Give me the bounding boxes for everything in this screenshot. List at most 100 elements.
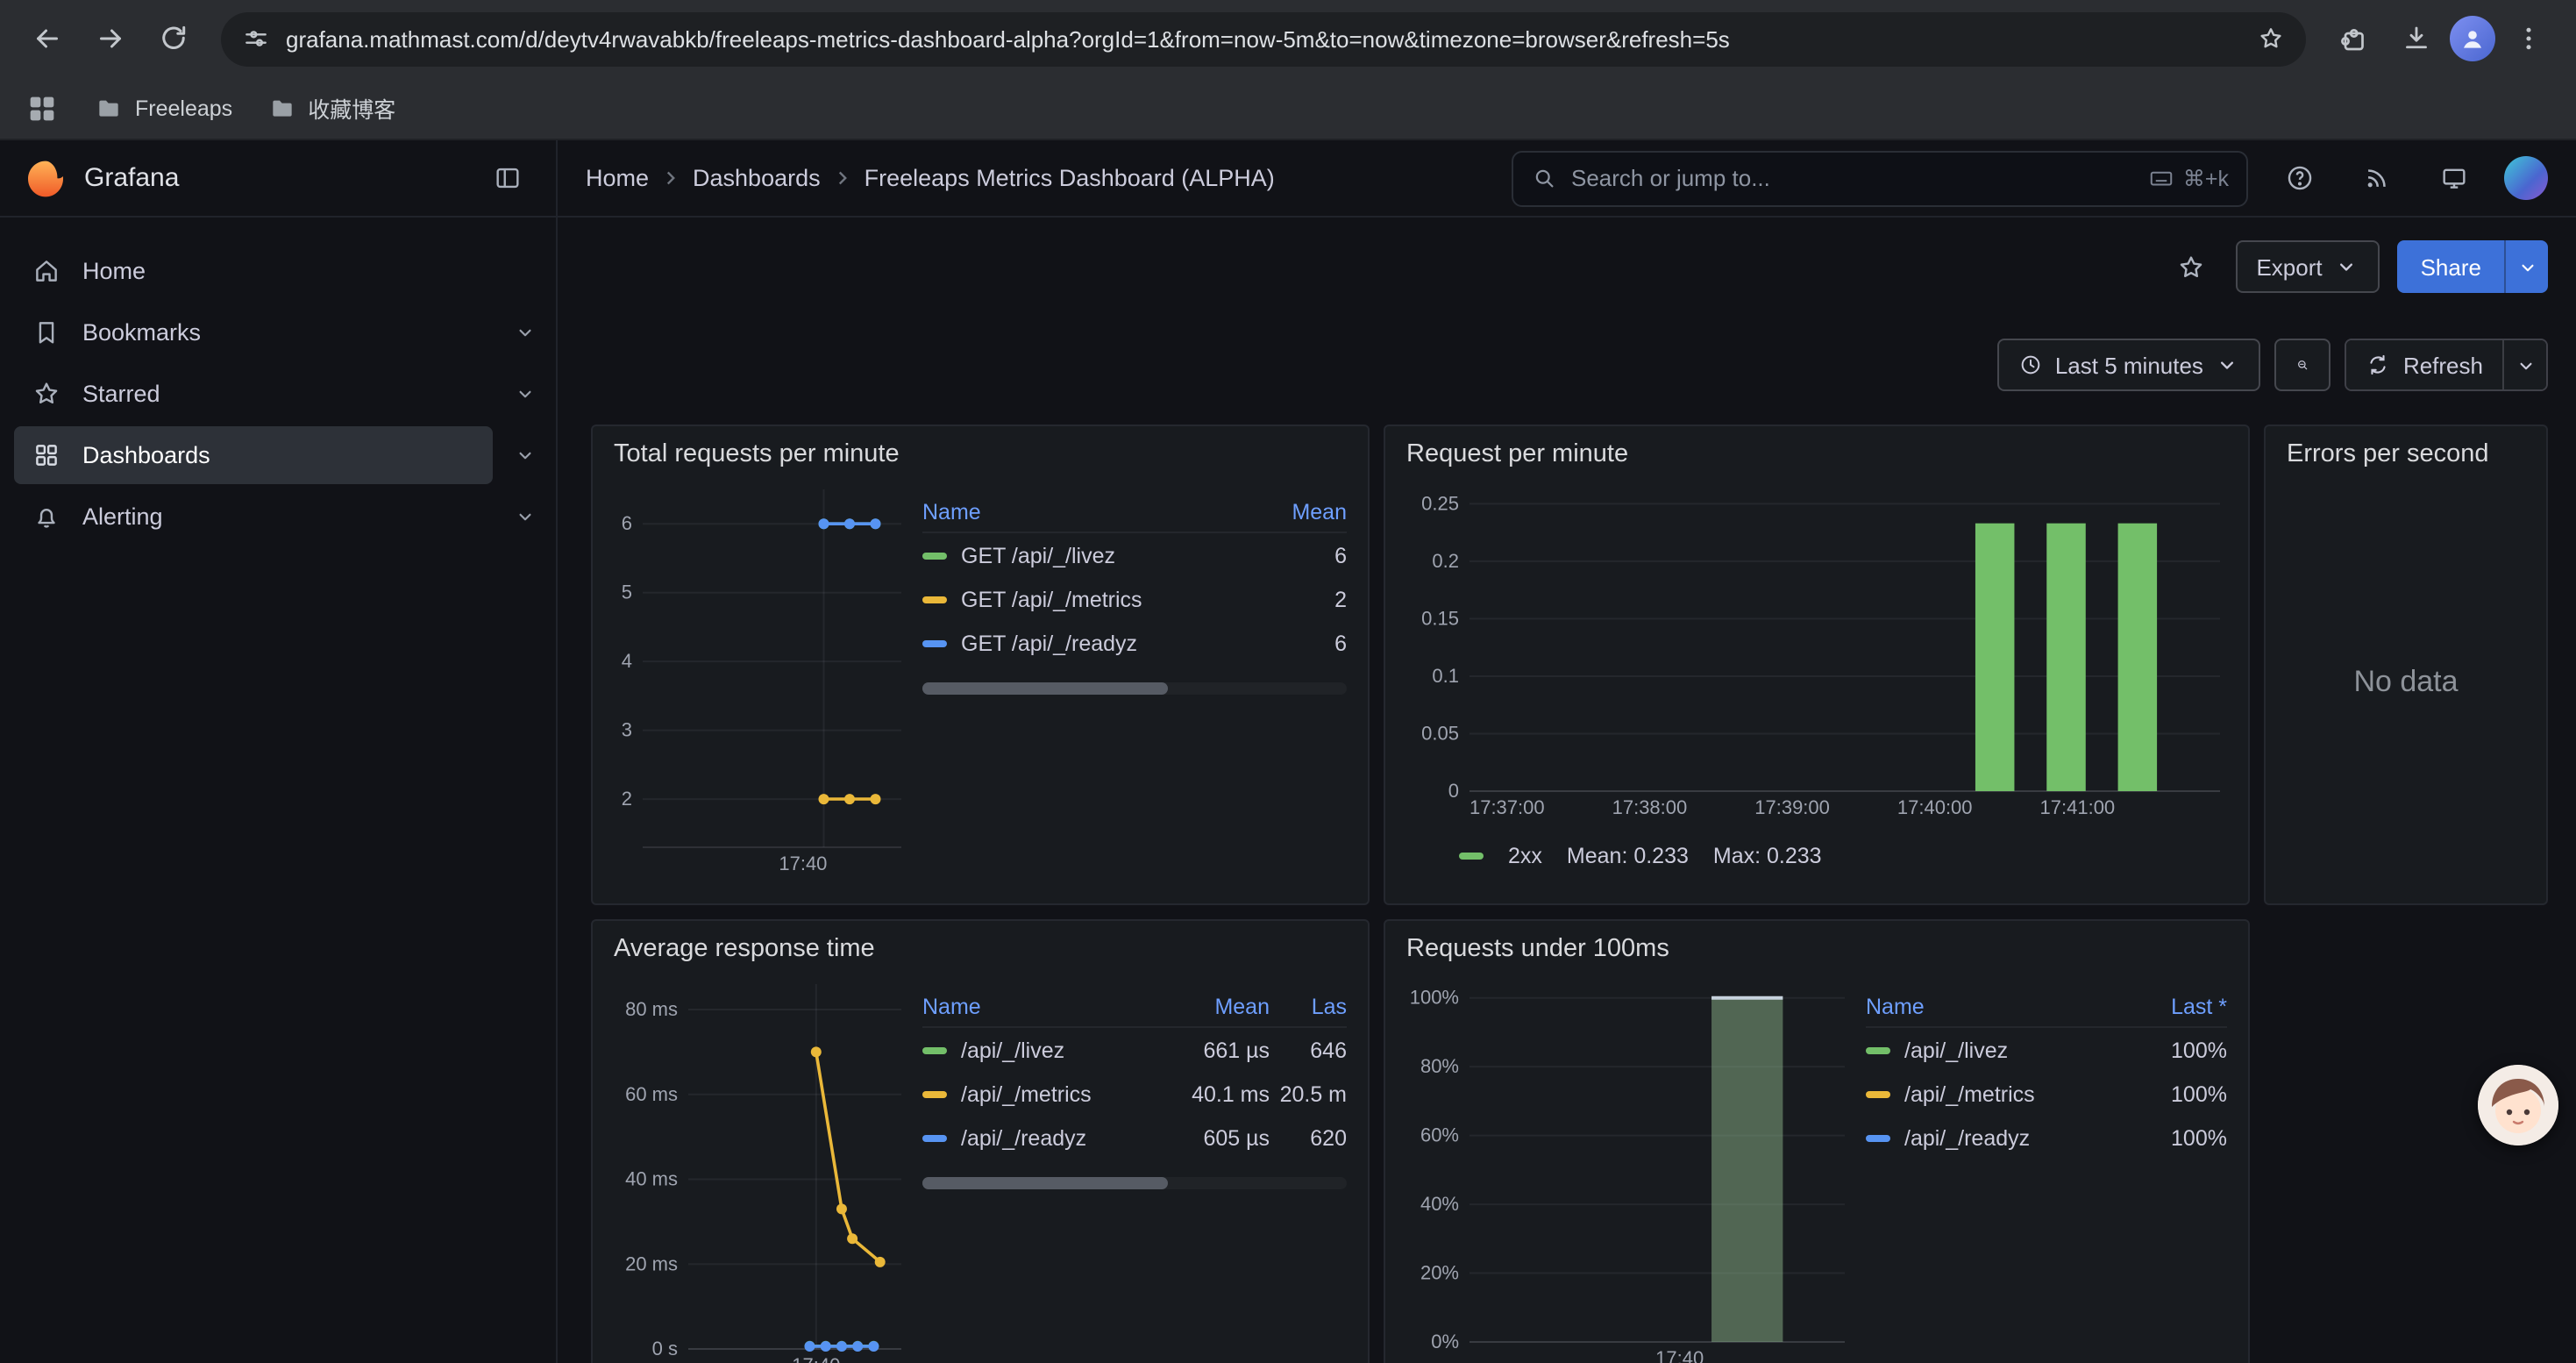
legend-scrollbar[interactable] — [922, 682, 1347, 695]
sidebar-item-bookmarks[interactable]: Bookmarks — [0, 303, 556, 361]
reload-icon[interactable] — [144, 9, 203, 68]
bookmarks-bar: Freeleaps 收藏博客 — [0, 77, 2576, 140]
export-button[interactable]: Export — [2235, 240, 2380, 293]
refresh-interval-chevron[interactable] — [2502, 340, 2546, 389]
apps-grid-icon[interactable] — [25, 90, 60, 125]
panel-title[interactable]: Requests under 100ms — [1406, 935, 2227, 963]
svg-text:17:40: 17:40 — [779, 853, 827, 874]
monitor-icon[interactable] — [2427, 152, 2480, 204]
bookmark-folder-blog[interactable]: 收藏博客 — [267, 91, 395, 125]
legend-table: Name Mean GET /api/_/livez 6 GET /api/_/… — [922, 493, 1347, 879]
svg-text:40 ms: 40 ms — [625, 1168, 678, 1190]
total-requests-chart[interactable]: 6543217:40 — [614, 475, 912, 879]
site-info-icon[interactable] — [242, 25, 270, 53]
panel-title[interactable]: Errors per second — [2287, 440, 2525, 468]
legend-col-name[interactable]: Name — [922, 500, 1266, 525]
legend-col-last[interactable]: Las — [1270, 995, 1347, 1019]
requests-under-100ms-chart[interactable]: 100%80%60%40%20%0%17:40 — [1406, 970, 1855, 1363]
scrollbar-thumb[interactable] — [922, 682, 1169, 695]
legend-row[interactable]: /api/_/livez 661 µs 646 — [922, 1028, 1347, 1072]
svg-text:20%: 20% — [1420, 1262, 1459, 1284]
grafana-logo[interactable] — [25, 157, 67, 199]
legend-col-mean[interactable]: Mean — [1266, 500, 1347, 525]
chevron-down-icon[interactable] — [493, 488, 556, 546]
legend-col-mean[interactable]: Mean — [1168, 995, 1270, 1019]
series-swatch — [922, 552, 947, 559]
legend-row[interactable]: GET /api/_/livez 6 — [922, 533, 1347, 577]
refresh-button[interactable]: Refresh — [2347, 340, 2502, 389]
svg-text:4: 4 — [622, 650, 632, 672]
help-icon[interactable] — [2273, 152, 2325, 204]
series-swatch — [1866, 1046, 1890, 1053]
chevron-down-icon[interactable] — [493, 303, 556, 361]
panel-title[interactable]: Request per minute — [1406, 440, 2227, 468]
time-range-button[interactable]: Last 5 minutes — [1997, 339, 2261, 391]
average-response-time-chart[interactable]: 80 ms60 ms40 ms20 ms0 s17:40 — [614, 970, 912, 1363]
download-icon[interactable] — [2387, 9, 2446, 68]
panel-total-requests: Total requests per minute 6543217:40 Nam… — [591, 425, 1370, 905]
search-input[interactable] — [1571, 165, 2134, 191]
url-input[interactable] — [286, 25, 2241, 52]
assistant-avatar[interactable] — [2478, 1065, 2558, 1145]
bell-icon — [32, 502, 61, 532]
refresh-icon — [2366, 353, 2391, 377]
bookmark-folder-freeleaps[interactable]: Freeleaps — [95, 94, 232, 122]
sidebar-item-home[interactable]: Home — [0, 242, 556, 300]
chevron-down-icon[interactable] — [493, 426, 556, 484]
panel-title[interactable]: Total requests per minute — [614, 440, 1347, 468]
share-button[interactable]: Share — [2398, 240, 2504, 293]
dashboard-grid: Total requests per minute 6543217:40 Nam… — [558, 393, 2576, 1363]
breadcrumb-dashboards[interactable]: Dashboards — [693, 165, 821, 191]
share-menu-chevron[interactable] — [2504, 240, 2548, 293]
sidebar-toggle-icon[interactable] — [482, 153, 531, 203]
profile-avatar[interactable] — [2450, 16, 2495, 61]
user-avatar[interactable] — [2504, 156, 2548, 200]
breadcrumb-home[interactable]: Home — [586, 165, 649, 191]
bookmark-star-icon[interactable] — [2257, 25, 2285, 53]
legend-col-last[interactable]: Last * — [2146, 995, 2227, 1019]
request-per-minute-chart[interactable]: 0.250.20.150.10.05017:37:0017:38:0017:39… — [1406, 475, 2231, 823]
browser-toolbar — [0, 0, 2576, 77]
news-rss-icon[interactable] — [2350, 152, 2402, 204]
back-icon[interactable] — [18, 9, 77, 68]
browser-menu-icon[interactable] — [2499, 9, 2558, 68]
time-controls: Last 5 minutes Refresh — [558, 295, 2576, 393]
svg-text:0.1: 0.1 — [1432, 665, 1459, 687]
series-swatch — [1866, 1090, 1890, 1097]
url-bar[interactable] — [221, 11, 2306, 66]
series-swatch — [1459, 853, 1484, 860]
sidebar-item-dashboards[interactable]: Dashboards — [0, 426, 556, 484]
zoom-out-button[interactable] — [2275, 339, 2331, 391]
extensions-icon[interactable] — [2323, 9, 2383, 68]
legend-series-name[interactable]: 2xx — [1508, 844, 1542, 868]
search-box[interactable]: ⌘+k — [1512, 150, 2248, 206]
brand-title[interactable]: Grafana — [84, 163, 465, 193]
legend-row[interactable]: GET /api/_/metrics 2 — [922, 577, 1347, 621]
panel-title[interactable]: Average response time — [614, 935, 1347, 963]
favorite-star-icon[interactable] — [2165, 240, 2217, 293]
svg-text:60%: 60% — [1420, 1124, 1459, 1146]
legend-row[interactable]: GET /api/_/readyz 6 — [922, 621, 1347, 665]
legend-col-name[interactable]: Name — [1866, 995, 2146, 1019]
chevron-down-icon — [2216, 353, 2240, 377]
legend-row[interactable]: /api/_/readyz 100% — [1866, 1116, 2227, 1160]
legend-col-name[interactable]: Name — [922, 995, 1168, 1019]
home-icon — [32, 256, 61, 286]
legend-scrollbar[interactable] — [922, 1177, 1347, 1189]
star-icon — [32, 379, 61, 409]
forward-icon[interactable] — [81, 9, 140, 68]
legend-row[interactable]: /api/_/livez 100% — [1866, 1028, 2227, 1072]
chevron-right-icon — [831, 167, 854, 189]
svg-text:17:41:00: 17:41:00 — [2040, 796, 2116, 818]
legend-row[interactable]: /api/_/readyz 605 µs 620 — [922, 1116, 1347, 1160]
svg-text:17:40: 17:40 — [1655, 1347, 1704, 1363]
legend-inline[interactable]: 2xx Mean: 0.233 Max: 0.233 — [1459, 844, 2227, 868]
sidebar-item-alerting[interactable]: Alerting — [0, 488, 556, 546]
search-shortcut: ⌘+k — [2148, 165, 2229, 191]
legend-row[interactable]: /api/_/metrics 40.1 ms 20.5 m — [922, 1072, 1347, 1116]
scrollbar-thumb[interactable] — [922, 1177, 1169, 1189]
chevron-down-icon[interactable] — [493, 365, 556, 423]
sidebar-item-starred[interactable]: Starred — [0, 365, 556, 423]
breadcrumb: Home Dashboards Freeleaps Metrics Dashbo… — [586, 165, 1487, 191]
legend-row[interactable]: /api/_/metrics 100% — [1866, 1072, 2227, 1116]
